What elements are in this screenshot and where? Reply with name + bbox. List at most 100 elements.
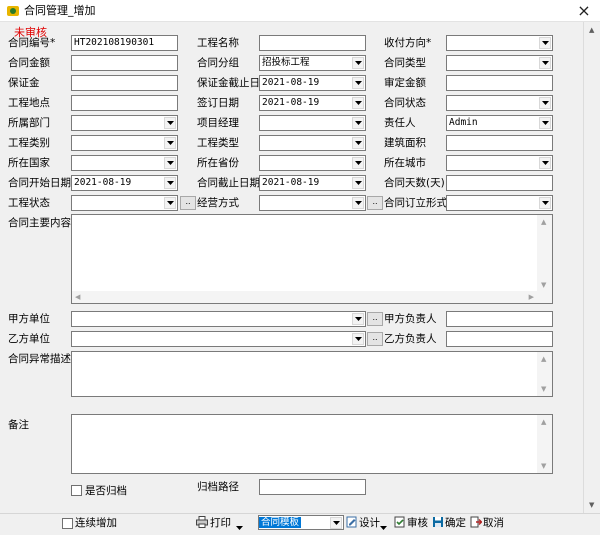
- party-a-person-field[interactable]: [446, 311, 553, 327]
- chevron-down-icon[interactable]: [539, 197, 551, 209]
- chevron-down-icon[interactable]: [352, 333, 364, 345]
- label-country: 所在国家: [8, 157, 50, 169]
- project-manager-select[interactable]: [259, 115, 366, 131]
- label-deposit: 保证金: [8, 77, 40, 89]
- country-select[interactable]: [71, 155, 178, 171]
- chevron-down-icon[interactable]: [539, 157, 551, 169]
- confirm-button[interactable]: 确定: [445, 516, 466, 530]
- project-name-field[interactable]: [259, 35, 366, 51]
- audit-icon: [394, 516, 406, 531]
- scroll-down-icon[interactable]: ▼: [541, 462, 546, 470]
- sign-form-select[interactable]: [446, 195, 553, 211]
- category-select[interactable]: [71, 135, 178, 151]
- scroll-down-icon[interactable]: ▼: [589, 501, 594, 509]
- scroll-up-icon[interactable]: ▲: [541, 355, 546, 363]
- chevron-down-icon[interactable]: [164, 197, 176, 209]
- chevron-down-icon[interactable]: [164, 137, 176, 149]
- chevron-down-icon[interactable]: [539, 97, 551, 109]
- chevron-down-icon[interactable]: [330, 517, 342, 529]
- scroll-up-icon[interactable]: ▲: [589, 26, 594, 34]
- scroll-right-icon[interactable]: ▶: [529, 293, 534, 301]
- party-a-browse-button[interactable]: ..: [367, 312, 383, 326]
- scroll-left-icon[interactable]: ◀: [75, 293, 80, 301]
- label-archive-path: 归档路径: [197, 481, 239, 493]
- project-state-select[interactable]: [71, 195, 178, 211]
- group-value: 招投标工程: [262, 57, 310, 68]
- sign-date-field[interactable]: 2021-08-19: [259, 95, 366, 111]
- contract-type-select[interactable]: [446, 55, 553, 71]
- contract-status-select[interactable]: [446, 95, 553, 111]
- label-group: 合同分组: [197, 57, 239, 69]
- deposit-field[interactable]: [71, 75, 178, 91]
- responsible-select[interactable]: Admin: [446, 115, 553, 131]
- remark-textarea[interactable]: ▲ ▼: [71, 414, 553, 474]
- scroll-down-icon[interactable]: ▼: [541, 281, 546, 289]
- project-type-select[interactable]: [259, 135, 366, 151]
- close-button[interactable]: ×: [572, 1, 596, 21]
- location-field[interactable]: [71, 95, 178, 111]
- chevron-down-icon[interactable]: [352, 97, 364, 109]
- project-state-browse-button[interactable]: ..: [180, 196, 196, 210]
- chevron-down-icon[interactable]: [539, 57, 551, 69]
- start-date-field[interactable]: 2021-08-19: [71, 175, 178, 191]
- scroll-up-icon[interactable]: ▲: [541, 218, 546, 226]
- chevron-down-icon[interactable]: [352, 313, 364, 325]
- end-date-field[interactable]: 2021-08-19: [259, 175, 366, 191]
- design-dropdown-icon[interactable]: [380, 521, 387, 534]
- group-select[interactable]: 招投标工程: [259, 55, 366, 71]
- operation-browse-button[interactable]: ..: [367, 196, 383, 210]
- deposit-deadline-field[interactable]: 2021-08-19: [259, 75, 366, 91]
- print-dropdown-icon[interactable]: [236, 521, 243, 534]
- party-b-person-field[interactable]: [446, 331, 553, 347]
- audit-button[interactable]: 审核: [407, 516, 428, 530]
- pay-direction-select[interactable]: [446, 35, 553, 51]
- vertical-scrollbar[interactable]: ▲ ▼: [537, 352, 552, 396]
- party-a-select[interactable]: [71, 311, 366, 327]
- vertical-scrollbar[interactable]: ▲ ▼: [537, 415, 552, 473]
- chevron-down-icon[interactable]: [352, 197, 364, 209]
- label-project-manager: 项目经理: [197, 117, 239, 129]
- horizontal-scrollbar[interactable]: ◀ ▶: [72, 291, 537, 303]
- archived-checkbox[interactable]: [71, 485, 82, 496]
- continue-add-checkbox[interactable]: [62, 518, 73, 529]
- exception-textarea[interactable]: ▲ ▼: [71, 351, 553, 397]
- province-select[interactable]: [259, 155, 366, 171]
- print-button[interactable]: 打印: [210, 516, 231, 530]
- chevron-down-icon[interactable]: [352, 57, 364, 69]
- window-vertical-scrollbar[interactable]: ▲ ▼: [583, 22, 600, 513]
- main-content-textarea[interactable]: ▲ ▼ ◀ ▶: [71, 214, 553, 304]
- app-icon: [6, 4, 20, 18]
- days-field[interactable]: [446, 175, 553, 191]
- party-b-browse-button[interactable]: ..: [367, 332, 383, 346]
- chevron-down-icon[interactable]: [539, 37, 551, 49]
- label-main-content: 合同主要内容: [8, 217, 71, 229]
- chevron-down-icon[interactable]: [539, 117, 551, 129]
- label-end-date: 合同截止日期: [197, 177, 260, 189]
- chevron-down-icon[interactable]: [352, 77, 364, 89]
- chevron-down-icon[interactable]: [352, 117, 364, 129]
- amount-field[interactable]: [71, 55, 178, 71]
- party-b-select[interactable]: [71, 331, 366, 347]
- chevron-down-icon[interactable]: [352, 137, 364, 149]
- vertical-scrollbar[interactable]: ▲ ▼: [537, 215, 552, 303]
- approved-amount-field[interactable]: [446, 75, 553, 91]
- chevron-down-icon[interactable]: [352, 157, 364, 169]
- design-button[interactable]: 设计: [359, 516, 380, 530]
- chevron-down-icon[interactable]: [164, 157, 176, 169]
- label-sign-date: 签订日期: [197, 97, 239, 109]
- chevron-down-icon[interactable]: [352, 177, 364, 189]
- department-select[interactable]: [71, 115, 178, 131]
- cancel-button[interactable]: 取消: [483, 516, 504, 530]
- label-approved-amount: 审定金额: [384, 77, 426, 89]
- operation-select[interactable]: [259, 195, 366, 211]
- building-area-field[interactable]: [446, 135, 553, 151]
- chevron-down-icon[interactable]: [164, 117, 176, 129]
- chevron-down-icon[interactable]: [164, 177, 176, 189]
- label-party-a: 甲方单位: [8, 313, 50, 325]
- scroll-down-icon[interactable]: ▼: [541, 385, 546, 393]
- city-select[interactable]: [446, 155, 553, 171]
- template-select[interactable]: 合同模板: [258, 515, 344, 530]
- scroll-up-icon[interactable]: ▲: [541, 418, 546, 426]
- contract-no-field[interactable]: HT202108190301: [71, 35, 178, 51]
- archive-path-field[interactable]: [259, 479, 366, 495]
